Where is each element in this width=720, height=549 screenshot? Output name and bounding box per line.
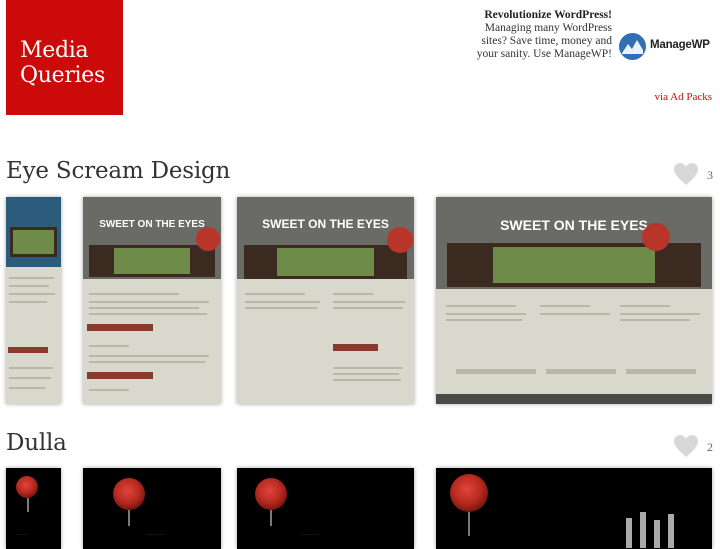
like-button[interactable]: 3 — [663, 162, 713, 186]
site-logo[interactable]: Media Queries — [6, 0, 123, 115]
via-ad-packs-link[interactable]: via Ad Packs — [655, 91, 712, 103]
screenshot-tablet-landscape[interactable]: · · · · · · — [237, 468, 414, 549]
section-title[interactable]: Dulla — [6, 430, 67, 456]
screenshot-mobile[interactable] — [6, 197, 61, 404]
screenshot-tablet-portrait[interactable]: SWEET ON THE EYES — [83, 197, 221, 404]
screenshot-mobile[interactable]: · · · · — [6, 468, 61, 549]
logo-line-2: Queries — [20, 63, 105, 88]
hero-title: SWEET ON THE EYES — [262, 217, 389, 231]
like-count: 3 — [707, 168, 713, 182]
like-count: 2 — [707, 440, 713, 454]
ad-brand-name: ManageWP — [650, 39, 710, 51]
managewp-logo-icon — [619, 33, 646, 60]
ad-body: Managing many WordPress sites? Save time… — [476, 22, 612, 60]
hero-title: SWEET ON THE EYES — [500, 217, 648, 233]
screenshot-desktop[interactable]: SWEET ON THE EYES — [436, 197, 712, 404]
logo-line-1: Media — [20, 38, 89, 63]
section-title[interactable]: Eye Scream Design — [6, 158, 230, 184]
like-button[interactable]: 2 — [663, 434, 713, 458]
ad-text[interactable]: Revolutionize WordPress! Managing many W… — [462, 9, 612, 61]
screenshot-desktop[interactable] — [436, 468, 712, 549]
heart-icon — [674, 163, 698, 185]
screenshot-tablet-landscape[interactable]: SWEET ON THE EYES — [237, 197, 414, 404]
heart-icon — [674, 435, 698, 457]
ad-headline[interactable]: Revolutionize WordPress! — [462, 9, 612, 22]
screenshot-tablet-portrait[interactable]: · · · · · · — [83, 468, 221, 549]
ad-logo[interactable]: ManageWP — [619, 33, 715, 61]
